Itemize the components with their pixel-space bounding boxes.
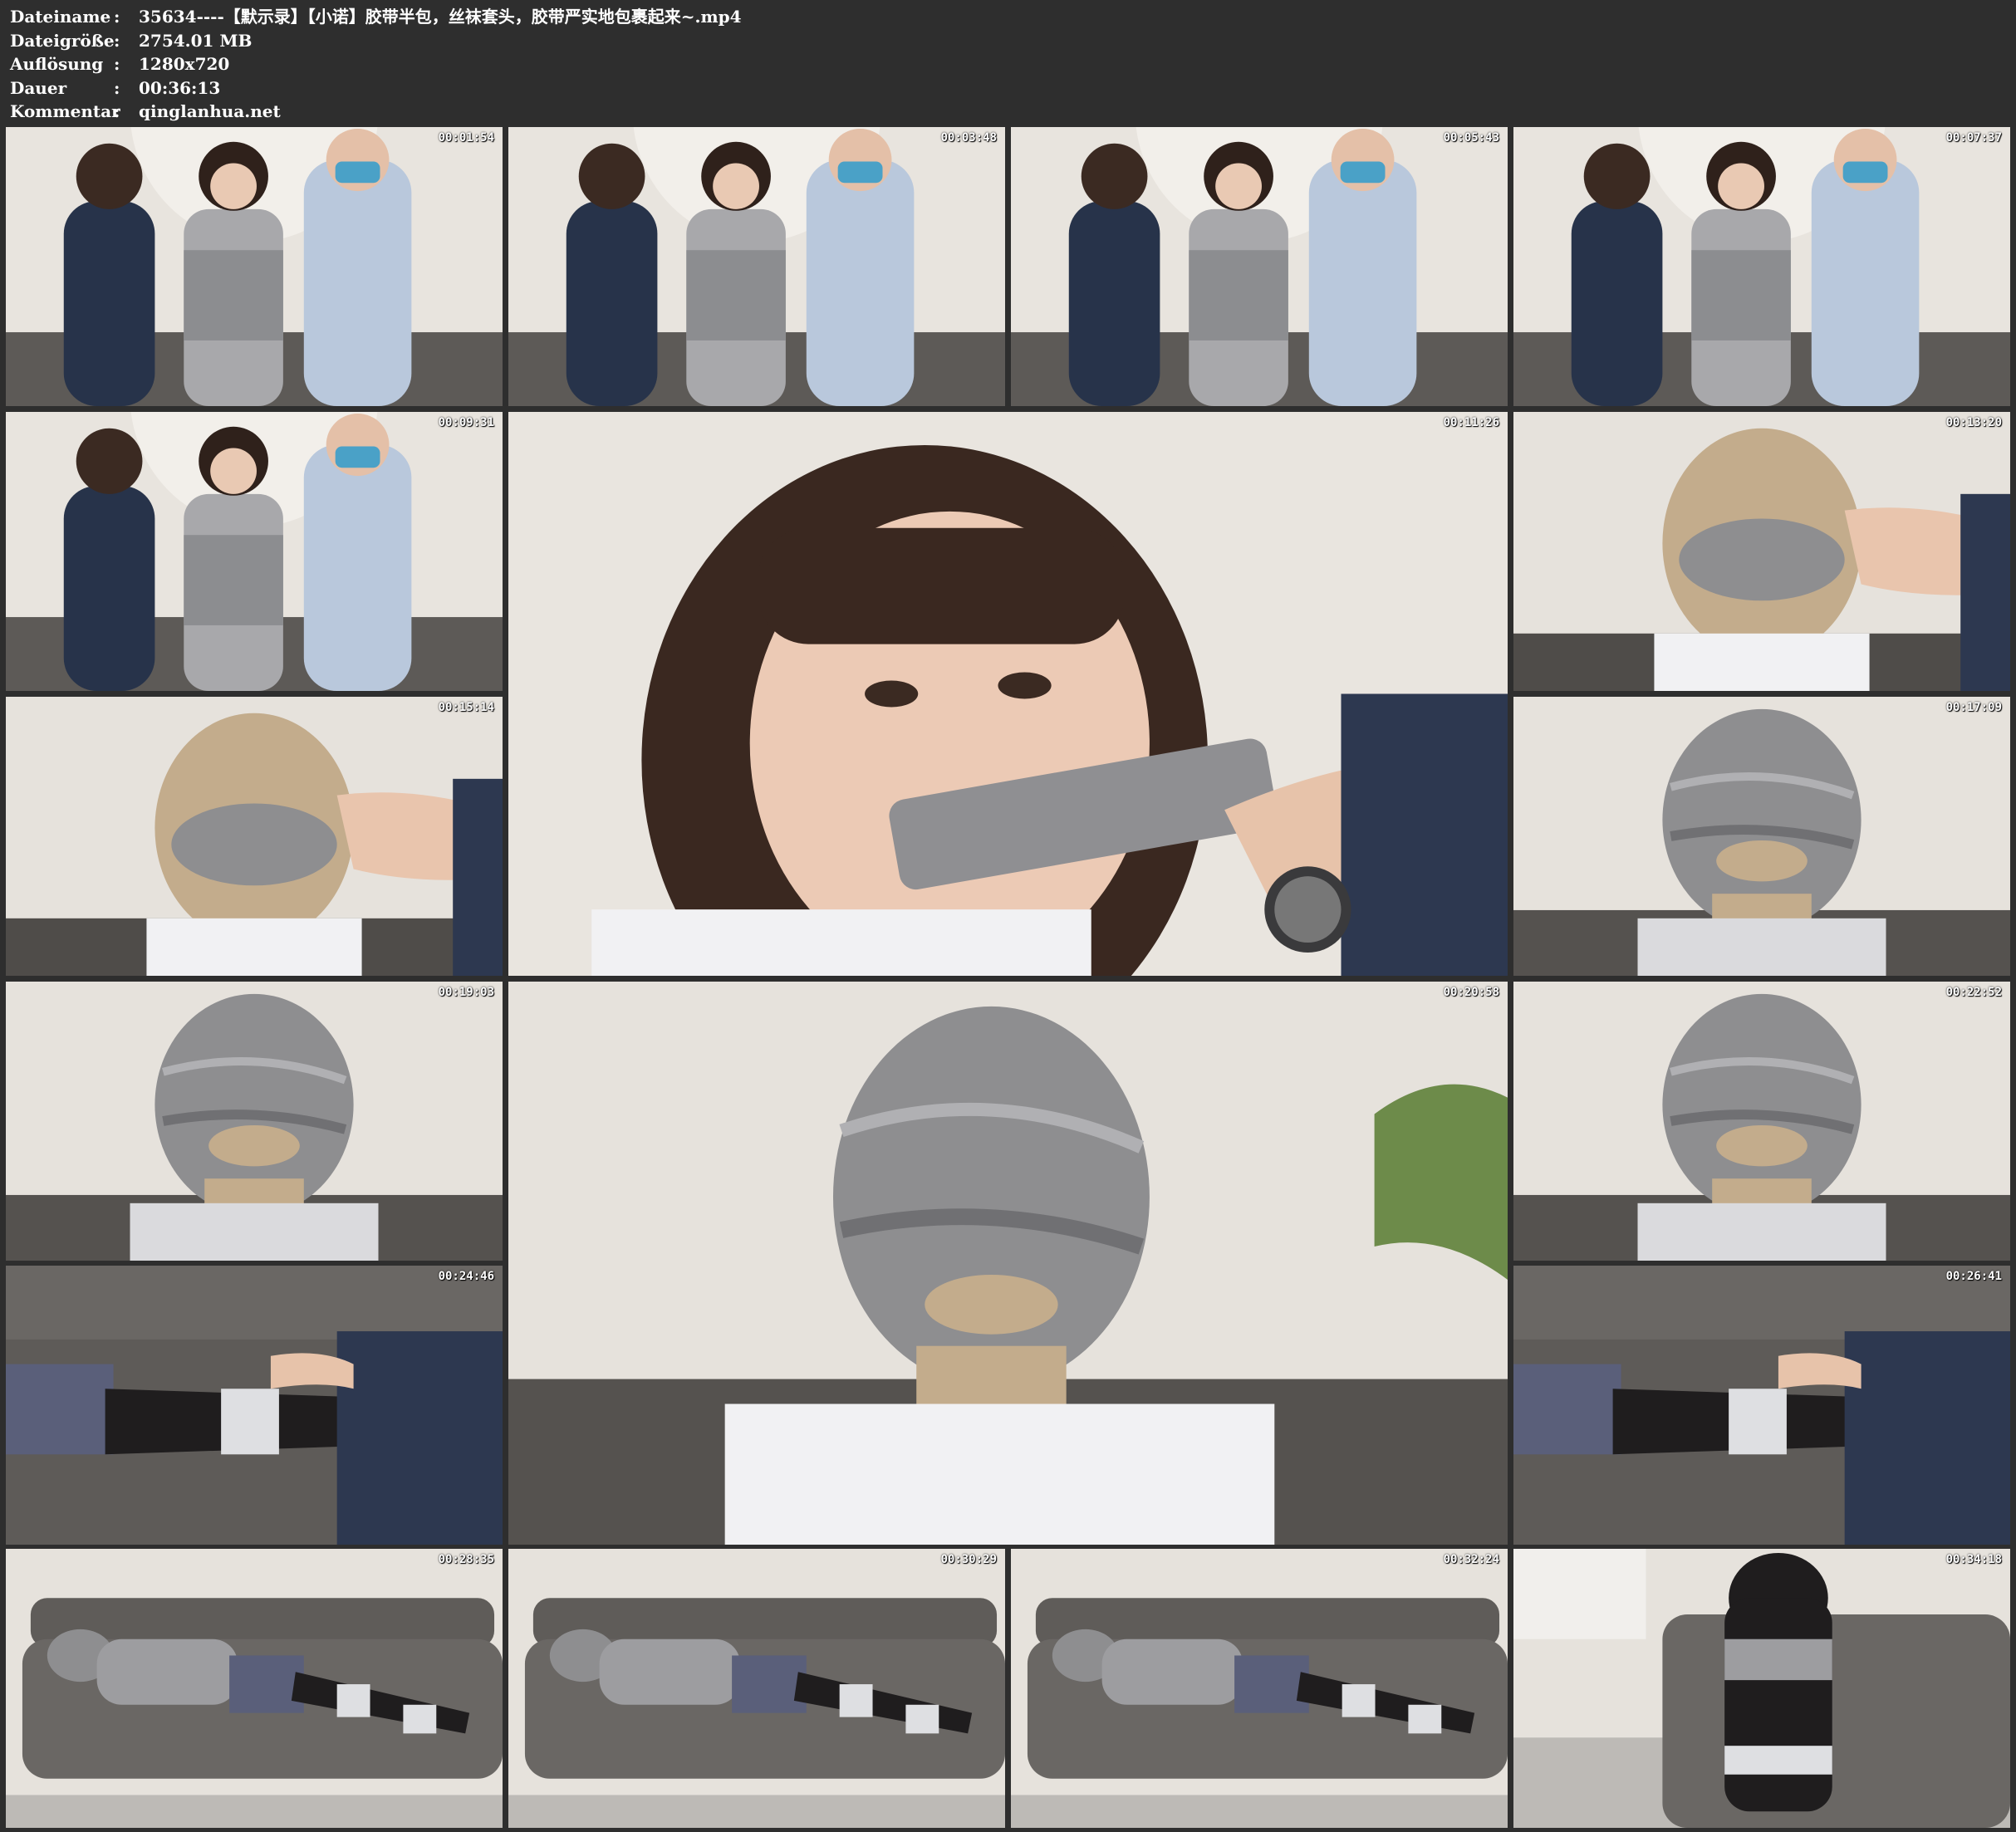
thumbnail-timestamp: 00:03:48: [940, 131, 997, 145]
thumbnail-frame-image: [1513, 1266, 2010, 1545]
thumbnail-timestamp: 00:22:52: [1945, 986, 2002, 999]
thumbnail: 00:20:58: [508, 982, 1508, 1545]
thumbnail: 00:19:03: [6, 982, 503, 1261]
thumbnail-frame-image: [1513, 127, 2010, 406]
thumbnail-timestamp: 00:34:18: [1945, 1553, 2002, 1566]
thumbnail-frame-image: [1011, 1549, 1508, 1828]
thumbnail-timestamp: 00:30:29: [940, 1553, 997, 1566]
thumbnail: 00:11:26: [508, 412, 1508, 976]
thumbnail-timestamp: 00:28:35: [438, 1553, 494, 1566]
thumbnail-frame-image: [6, 1266, 503, 1545]
thumbnail: 00:17:09: [1513, 697, 2010, 976]
thumbnail-frame-image: [6, 412, 503, 691]
thumbnail-frame-image: [508, 1549, 1005, 1828]
thumbnail-frame-image: [1011, 127, 1508, 406]
thumbnail-timestamp: 00:26:41: [1945, 1270, 2002, 1283]
thumbnail: 00:28:35: [6, 1549, 503, 1828]
thumbnail-timestamp: 00:05:43: [1443, 131, 1499, 145]
thumbnail-frame-image: [1513, 412, 2010, 691]
thumbnail: 00:34:18: [1513, 1549, 2010, 1828]
thumbnail: 00:01:54: [6, 127, 503, 406]
thumbnail-frame-image: [6, 127, 503, 406]
thumbnail: 00:09:31: [6, 412, 503, 691]
thumbnail-frame-image: [1513, 1549, 2010, 1828]
thumbnail-grid: 00:01:54 00:03:48 00:05:43 00:07:37 00:0…: [0, 0, 2016, 1832]
thumbnail-frame-image: [1513, 982, 2010, 1261]
thumbnail: 00:26:41: [1513, 1266, 2010, 1545]
thumbnail-timestamp: 00:24:46: [438, 1270, 494, 1283]
thumbnail-frame-image: [508, 127, 1005, 406]
thumbnail: 00:05:43: [1011, 127, 1508, 406]
thumbnail-timestamp: 00:09:31: [438, 416, 494, 429]
thumbnail-frame-image: [6, 697, 503, 976]
thumbnail-timestamp: 00:19:03: [438, 986, 494, 999]
thumbnail: 00:30:29: [508, 1549, 1005, 1828]
thumbnail-timestamp: 00:07:37: [1945, 131, 2002, 145]
thumbnail: 00:22:52: [1513, 982, 2010, 1261]
thumbnail: 00:32:24: [1011, 1549, 1508, 1828]
thumbnail-frame-image: [6, 1549, 503, 1828]
thumbnail: 00:24:46: [6, 1266, 503, 1545]
thumbnail: 00:07:37: [1513, 127, 2010, 406]
thumbnail-frame-image: [508, 412, 1508, 976]
thumbnail: 00:15:14: [6, 697, 503, 976]
thumbnail-timestamp: 00:20:58: [1443, 986, 1499, 999]
thumbnail-frame-image: [6, 982, 503, 1261]
thumbnail: 00:03:48: [508, 127, 1005, 406]
thumbnail: 00:13:20: [1513, 412, 2010, 691]
thumbnail-timestamp: 00:15:14: [438, 701, 494, 714]
thumbnail-timestamp: 00:13:20: [1945, 416, 2002, 429]
thumbnail-timestamp: 00:01:54: [438, 131, 494, 145]
thumbnail-timestamp: 00:17:09: [1945, 701, 2002, 714]
thumbnail-frame-image: [508, 982, 1508, 1545]
thumbnail-frame-image: [1513, 697, 2010, 976]
thumbnail-timestamp: 00:11:26: [1443, 416, 1499, 429]
thumbnail-timestamp: 00:32:24: [1443, 1553, 1499, 1566]
